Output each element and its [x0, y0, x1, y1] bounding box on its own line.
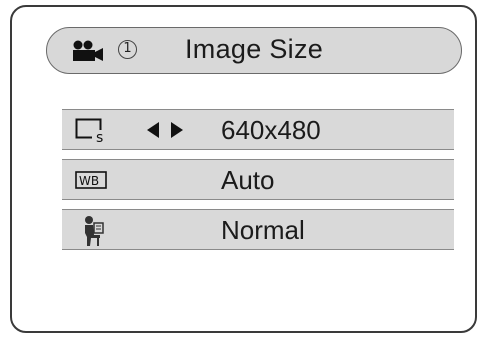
menu-item-white-balance[interactable]: WB Auto — [62, 159, 454, 200]
menu-header: 1 Image Size — [46, 27, 462, 74]
svg-text:s: s — [96, 130, 103, 144]
white-balance-icon: WB — [75, 171, 107, 194]
step-number-badge: 1 — [118, 40, 137, 59]
image-size-icon: s — [75, 118, 109, 149]
image-size-value: 640x480 — [221, 115, 321, 145]
menu-item-image-size[interactable]: s 640x480 — [62, 109, 454, 150]
white-balance-value: Auto — [221, 165, 275, 195]
scene-mode-value: Normal — [221, 215, 305, 245]
menu-item-scene-mode[interactable]: Normal — [62, 209, 454, 250]
menu-title: Image Size — [185, 34, 324, 64]
svg-text:WB: WB — [79, 174, 99, 188]
scene-mode-icon — [82, 215, 106, 252]
camera-icon — [71, 39, 105, 63]
left-right-arrows-icon[interactable] — [146, 121, 184, 139]
